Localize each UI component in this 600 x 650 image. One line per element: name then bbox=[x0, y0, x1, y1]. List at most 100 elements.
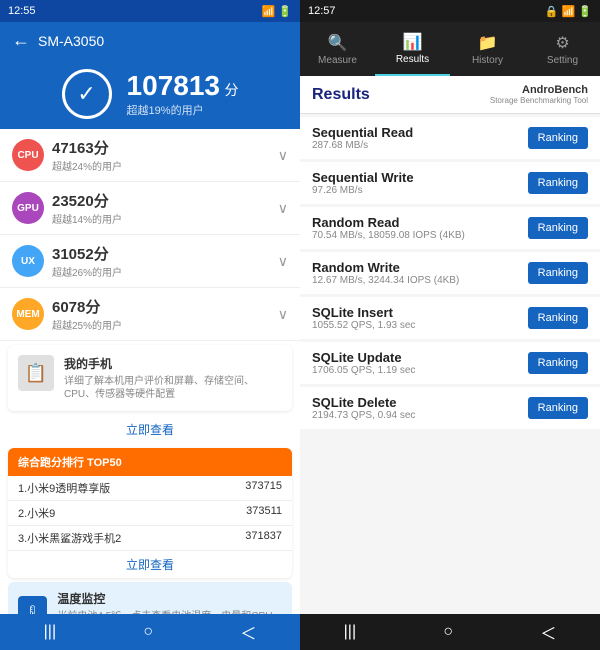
cpu-chevron-icon: ∨ bbox=[278, 147, 288, 164]
ranking-score-2: 373511 bbox=[246, 505, 282, 521]
results-header: Results AndroBench Storage Benchmarking … bbox=[300, 76, 600, 114]
ranking-card: 综合跑分排行 TOP50 1.小米9透明尊享版 373715 2.小米9 373… bbox=[8, 448, 292, 578]
left-nav-back-icon[interactable]: ＜ bbox=[240, 620, 256, 644]
result-rand-read-info: Random Read 70.54 MB/s, 18059.08 IOPS (4… bbox=[312, 215, 465, 241]
temp-title: 温度监控 bbox=[57, 590, 282, 607]
phone-card: 📋 我的手机 详细了解本机用户评价和屏幕、存储空间、CPU、传感器等硬件配置 bbox=[8, 345, 292, 411]
left-header: ← SM-A3050 bbox=[0, 22, 300, 59]
mem-badge: MEM bbox=[12, 298, 44, 330]
gpu-sub: 超越14%的用户 bbox=[52, 211, 278, 226]
result-sqlite-update-title: SQLite Update bbox=[312, 350, 415, 365]
tab-setting-label: Setting bbox=[547, 55, 578, 66]
result-sqlite-delete-title: SQLite Delete bbox=[312, 395, 415, 410]
result-rand-write-detail: 12.67 MB/s, 3244.34 IOPS (4KB) bbox=[312, 275, 459, 286]
ranking-score-1: 373715 bbox=[245, 480, 282, 496]
right-status-icons: 🔒 📶 🔋 bbox=[545, 5, 592, 18]
temp-icon: 🌡 bbox=[18, 596, 47, 615]
metric-gpu[interactable]: GPU 23520分 超越14%的用户 ∨ bbox=[0, 182, 300, 235]
result-seq-read-title: Sequential Read bbox=[312, 125, 413, 140]
result-sqlite-delete: SQLite Delete 2194.73 QPS, 0.94 sec Rank… bbox=[300, 387, 600, 429]
result-seq-write-info: Sequential Write 97.26 MB/s bbox=[312, 170, 414, 196]
ux-sub: 超越26%的用户 bbox=[52, 264, 278, 279]
results-list: Sequential Read 287.68 MB/s Ranking Sequ… bbox=[300, 114, 600, 614]
mem-chevron-icon: ∨ bbox=[278, 306, 288, 323]
sqlite-delete-ranking-button[interactable]: Ranking bbox=[528, 397, 588, 419]
sqlite-update-ranking-button[interactable]: Ranking bbox=[528, 352, 588, 374]
tab-results[interactable]: 📊 Results bbox=[375, 22, 450, 76]
result-sqlite-insert-info: SQLite Insert 1055.52 QPS, 1.93 sec bbox=[312, 305, 415, 331]
result-sqlite-insert-detail: 1055.52 QPS, 1.93 sec bbox=[312, 320, 415, 331]
tab-history[interactable]: 📁 History bbox=[450, 22, 525, 76]
results-icon: 📊 bbox=[403, 32, 423, 52]
tab-results-label: Results bbox=[396, 54, 429, 65]
cpu-sub: 超越24%的用户 bbox=[52, 158, 278, 173]
left-status-icons: 📶 🔋 bbox=[262, 5, 292, 18]
metric-ux[interactable]: UX 31052分 超越26%的用户 ∨ bbox=[0, 235, 300, 288]
left-panel: 12:55 📶 🔋 ← SM-A3050 ✓ 107813 分 超越19%的用户… bbox=[0, 0, 300, 650]
result-sqlite-update-detail: 1706.05 QPS, 1.19 sec bbox=[312, 365, 415, 376]
result-sequential-write: Sequential Write 97.26 MB/s Ranking bbox=[300, 162, 600, 204]
ranking-row-2: 2.小米9 373511 bbox=[8, 501, 292, 526]
mem-score: 6078分 bbox=[52, 296, 278, 317]
result-sqlite-update-info: SQLite Update 1706.05 QPS, 1.19 sec bbox=[312, 350, 415, 376]
ranking-header: 综合跑分排行 TOP50 bbox=[8, 448, 292, 476]
result-sqlite-insert-title: SQLite Insert bbox=[312, 305, 415, 320]
tab-measure-label: Measure bbox=[318, 55, 357, 66]
left-nav-bar: ||| ○ ＜ bbox=[0, 614, 300, 650]
device-name: SM-A3050 bbox=[38, 33, 104, 49]
score-section: ✓ 107813 分 超越19%的用户 bbox=[0, 59, 300, 129]
result-sequential-read: Sequential Read 287.68 MB/s Ranking bbox=[300, 117, 600, 159]
right-nav-home-icon[interactable]: ○ bbox=[443, 623, 453, 641]
result-seq-read-detail: 287.68 MB/s bbox=[312, 140, 413, 151]
score-display: 107813 分 bbox=[127, 70, 239, 102]
seq-write-ranking-button[interactable]: Ranking bbox=[528, 172, 588, 194]
result-random-write: Random Write 12.67 MB/s, 3244.34 IOPS (4… bbox=[300, 252, 600, 294]
metric-cpu[interactable]: CPU 47163分 超越24%的用户 ∨ bbox=[0, 129, 300, 182]
gpu-content: 23520分 超越14%的用户 bbox=[52, 190, 278, 226]
ux-badge: UX bbox=[12, 245, 44, 277]
rand-read-ranking-button[interactable]: Ranking bbox=[528, 217, 588, 239]
right-panel: 12:57 🔒 📶 🔋 🔍 Measure 📊 Results 📁 Histor… bbox=[300, 0, 600, 650]
right-status-bar: 12:57 🔒 📶 🔋 bbox=[300, 0, 600, 22]
mem-content: 6078分 超越25%的用户 bbox=[52, 296, 278, 332]
phone-card-desc: 详细了解本机用户评价和屏幕、存储空间、CPU、传感器等硬件配置 bbox=[64, 375, 282, 401]
back-button[interactable]: ← bbox=[12, 30, 30, 51]
score-unit: 分 bbox=[224, 82, 238, 98]
ranking-row-1: 1.小米9透明尊享版 373715 bbox=[8, 476, 292, 501]
right-nav-back-icon[interactable]: ＜ bbox=[540, 620, 556, 644]
ranking-name-1: 1.小米9透明尊享版 bbox=[18, 480, 110, 496]
tab-setting[interactable]: ⚙ Setting bbox=[525, 22, 600, 76]
mem-sub: 超越25%的用户 bbox=[52, 317, 278, 332]
right-nav-bar: ||| ○ ＜ bbox=[300, 614, 600, 650]
cpu-score: 47163分 bbox=[52, 137, 278, 158]
left-nav-menu-icon[interactable]: ||| bbox=[44, 623, 56, 641]
result-sqlite-insert: SQLite Insert 1055.52 QPS, 1.93 sec Rank… bbox=[300, 297, 600, 339]
sqlite-insert-ranking-button[interactable]: Ranking bbox=[528, 307, 588, 329]
results-title: Results bbox=[312, 86, 370, 104]
logo-text: AndroBench bbox=[490, 84, 588, 96]
seq-read-ranking-button[interactable]: Ranking bbox=[528, 127, 588, 149]
tab-history-label: History bbox=[472, 55, 503, 66]
rand-write-ranking-button[interactable]: Ranking bbox=[528, 262, 588, 284]
result-seq-read-info: Sequential Read 287.68 MB/s bbox=[312, 125, 413, 151]
tab-measure[interactable]: 🔍 Measure bbox=[300, 22, 375, 76]
ranking-row-3: 3.小米黑鲨游戏手机2 371837 bbox=[8, 526, 292, 551]
ux-chevron-icon: ∨ bbox=[278, 253, 288, 270]
score-value: 107813 bbox=[127, 70, 220, 101]
ranking-score-3: 371837 bbox=[245, 530, 282, 546]
metric-mem[interactable]: MEM 6078分 超越25%的用户 ∨ bbox=[0, 288, 300, 341]
androbench-logo: AndroBench Storage Benchmarking Tool bbox=[490, 84, 588, 105]
phone-card-link[interactable]: 立即查看 bbox=[0, 415, 300, 444]
right-nav-menu-icon[interactable]: ||| bbox=[344, 623, 356, 641]
result-rand-read-detail: 70.54 MB/s, 18059.08 IOPS (4KB) bbox=[312, 230, 465, 241]
phone-card-icon: 📋 bbox=[18, 355, 54, 391]
score-info: 107813 分 超越19%的用户 bbox=[127, 70, 239, 118]
ranking-name-3: 3.小米黑鲨游戏手机2 bbox=[18, 530, 121, 546]
left-nav-home-icon[interactable]: ○ bbox=[143, 623, 153, 641]
ranking-link[interactable]: 立即查看 bbox=[8, 551, 292, 578]
result-sqlite-delete-info: SQLite Delete 2194.73 QPS, 0.94 sec bbox=[312, 395, 415, 421]
temp-text: 温度监控 当前电池4.5℃，点击查看电池温度、电量和CPU负载变化情况 bbox=[57, 590, 282, 614]
left-time: 12:55 bbox=[8, 5, 36, 17]
temp-card: 🌡 温度监控 当前电池4.5℃，点击查看电池温度、电量和CPU负载变化情况 bbox=[8, 582, 292, 614]
setting-icon: ⚙ bbox=[555, 33, 569, 53]
